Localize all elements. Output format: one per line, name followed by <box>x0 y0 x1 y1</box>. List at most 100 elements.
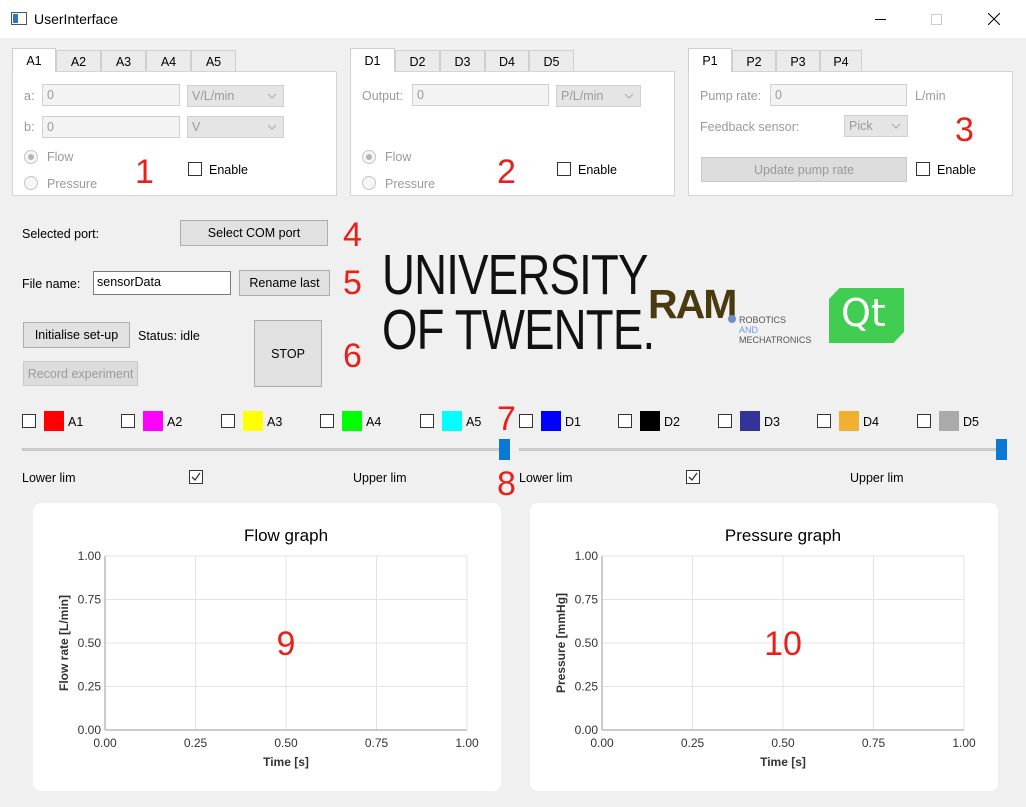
y-axis-label: Pressure [mmHg] <box>554 593 568 693</box>
tab-p3[interactable]: P3 <box>776 50 820 72</box>
check-icon <box>688 472 698 482</box>
d-pressure-radio[interactable] <box>362 176 376 190</box>
channel-label-d3: D3 <box>764 415 780 429</box>
channel-checkbox-a3[interactable] <box>221 414 235 428</box>
channel-color-swatch-a1 <box>44 411 64 431</box>
tab-a1[interactable]: A1 <box>12 48 56 72</box>
channel-checkbox-d1[interactable] <box>519 414 533 428</box>
tab-p2[interactable]: P2 <box>732 50 776 72</box>
tab-a5[interactable]: A5 <box>191 50 236 72</box>
initialise-setup-button[interactable]: Initialise set-up <box>23 322 130 348</box>
tab-a3[interactable]: A3 <box>101 50 146 72</box>
left-range-slider-track[interactable] <box>22 448 508 451</box>
channel-checkbox-d2[interactable] <box>618 414 632 428</box>
tab-d5[interactable]: D5 <box>529 50 574 72</box>
channel-label-a4: A4 <box>366 415 382 429</box>
tab-a2[interactable]: A2 <box>56 50 101 72</box>
file-name-input[interactable]: sensorData <box>93 271 231 295</box>
a-input[interactable]: 0 <box>42 84 180 106</box>
channel-label-d4: D4 <box>863 415 879 429</box>
ut-line-2: OF TWENTE. <box>382 298 655 362</box>
pressure-graph-card: Pressure graph 0.00 0.25 0.50 0.75 1.00 0.00 0.… <box>530 503 998 791</box>
qt-logo-text: Qt <box>841 291 886 335</box>
record-experiment-button[interactable]: Record experiment <box>23 361 138 386</box>
y-tick-label: 0.50 <box>78 636 102 650</box>
ram-sub-3: MECHATRONICS <box>739 335 812 345</box>
channel-checkbox-a5[interactable] <box>420 414 434 428</box>
tab-d1[interactable]: D1 <box>350 48 395 72</box>
marker-1: 1 <box>135 153 154 191</box>
y-tick-label: 0.25 <box>78 680 102 694</box>
chevron-down-icon <box>624 93 634 99</box>
marker-5: 5 <box>343 264 362 302</box>
channel-checkbox-a4[interactable] <box>320 414 334 428</box>
y-tick-label: 1.00 <box>78 549 102 563</box>
b-input[interactable]: 0 <box>42 116 180 138</box>
d-pressure-label: Pressure <box>385 177 436 191</box>
d-enable-checkbox[interactable] <box>557 162 571 176</box>
tab-a4[interactable]: A4 <box>146 50 191 72</box>
x-tick-label: 0.50 <box>274 736 298 750</box>
update-pump-rate-button[interactable]: Update pump rate <box>701 157 907 182</box>
pump-rate-unit: L/min <box>915 89 946 103</box>
feedback-sensor-select[interactable]: Pick <box>844 115 908 137</box>
d-flow-radio[interactable] <box>362 150 376 164</box>
tab-d4[interactable]: D4 <box>485 50 529 72</box>
right-range-slider-track[interactable] <box>519 448 1005 451</box>
channel-checkbox-d5[interactable] <box>917 414 931 428</box>
channel-checkbox-a2[interactable] <box>121 414 135 428</box>
y-axis-label: Flow rate [L/min] <box>57 595 71 691</box>
tab-d3[interactable]: D3 <box>440 50 485 72</box>
a-unit-select[interactable]: V/L/min <box>187 85 284 107</box>
right-limit-checkbox[interactable] <box>686 470 700 484</box>
y-tick-label: 0.25 <box>575 680 599 694</box>
channel-color-swatch-d4 <box>839 411 859 431</box>
rename-last-button[interactable]: Rename last <box>239 270 330 296</box>
p-enable-checkbox[interactable] <box>916 162 930 176</box>
tab-p1[interactable]: P1 <box>688 48 732 72</box>
y-tick-label: 0.00 <box>78 723 102 737</box>
flow-graph-card: Flow graph 0.00 0.25 0.50 0.75 1.00 0.00 0.25 0.… <box>33 503 501 791</box>
status-text: Status: idle <box>138 329 200 343</box>
marker-4: 4 <box>343 216 362 254</box>
output-input[interactable]: 0 <box>412 84 549 106</box>
a-enable-checkbox[interactable] <box>188 162 202 176</box>
marker-7: 7 <box>497 400 516 438</box>
y-tick-label: 0.75 <box>575 593 599 607</box>
d-enable-label: Enable <box>578 163 617 177</box>
ram-sub-2: AND <box>739 325 759 335</box>
output-label: Output: <box>362 89 403 103</box>
b-unit-select[interactable]: V <box>187 116 284 138</box>
tab-d2[interactable]: D2 <box>395 50 440 72</box>
stop-button[interactable]: STOP <box>254 320 322 387</box>
maximize-icon <box>930 13 942 25</box>
channel-label-a2: A2 <box>167 415 183 429</box>
pump-rate-label: Pump rate: <box>700 89 762 103</box>
left-limit-checkbox[interactable] <box>189 470 203 484</box>
right-range-slider-handle[interactable] <box>996 439 1007 460</box>
channel-checkbox-d3[interactable] <box>718 414 732 428</box>
pressure-graph: Pressure graph 0.00 0.25 0.50 0.75 1.00 0.00 0.… <box>554 526 976 769</box>
a-pressure-radio[interactable] <box>24 176 38 190</box>
x-axis-label: Time [s] <box>760 755 806 769</box>
a-flow-radio[interactable] <box>24 150 38 164</box>
maximize-button[interactable] <box>908 0 964 38</box>
b-unit-value: V <box>192 120 201 134</box>
select-com-port-button[interactable]: Select COM port <box>180 220 328 246</box>
channel-label-a5: A5 <box>466 415 482 429</box>
chevron-down-icon <box>267 93 277 99</box>
ram-logo-dot <box>728 315 736 323</box>
output-unit-select[interactable]: P/L/min <box>556 85 641 107</box>
a-enable-label: Enable <box>209 163 248 177</box>
tab-p4[interactable]: P4 <box>820 50 862 72</box>
left-range-slider-handle[interactable] <box>499 439 510 460</box>
channel-checkbox-a1[interactable] <box>22 414 36 428</box>
pump-rate-input[interactable]: 0 <box>770 84 907 106</box>
app-icon <box>11 12 27 25</box>
y-tick-label: 1.00 <box>575 549 599 563</box>
close-button[interactable] <box>966 0 1022 38</box>
chevron-down-icon <box>891 123 901 129</box>
minimize-button[interactable] <box>852 0 908 38</box>
x-tick-label: 1.00 <box>455 736 479 750</box>
channel-checkbox-d4[interactable] <box>817 414 831 428</box>
